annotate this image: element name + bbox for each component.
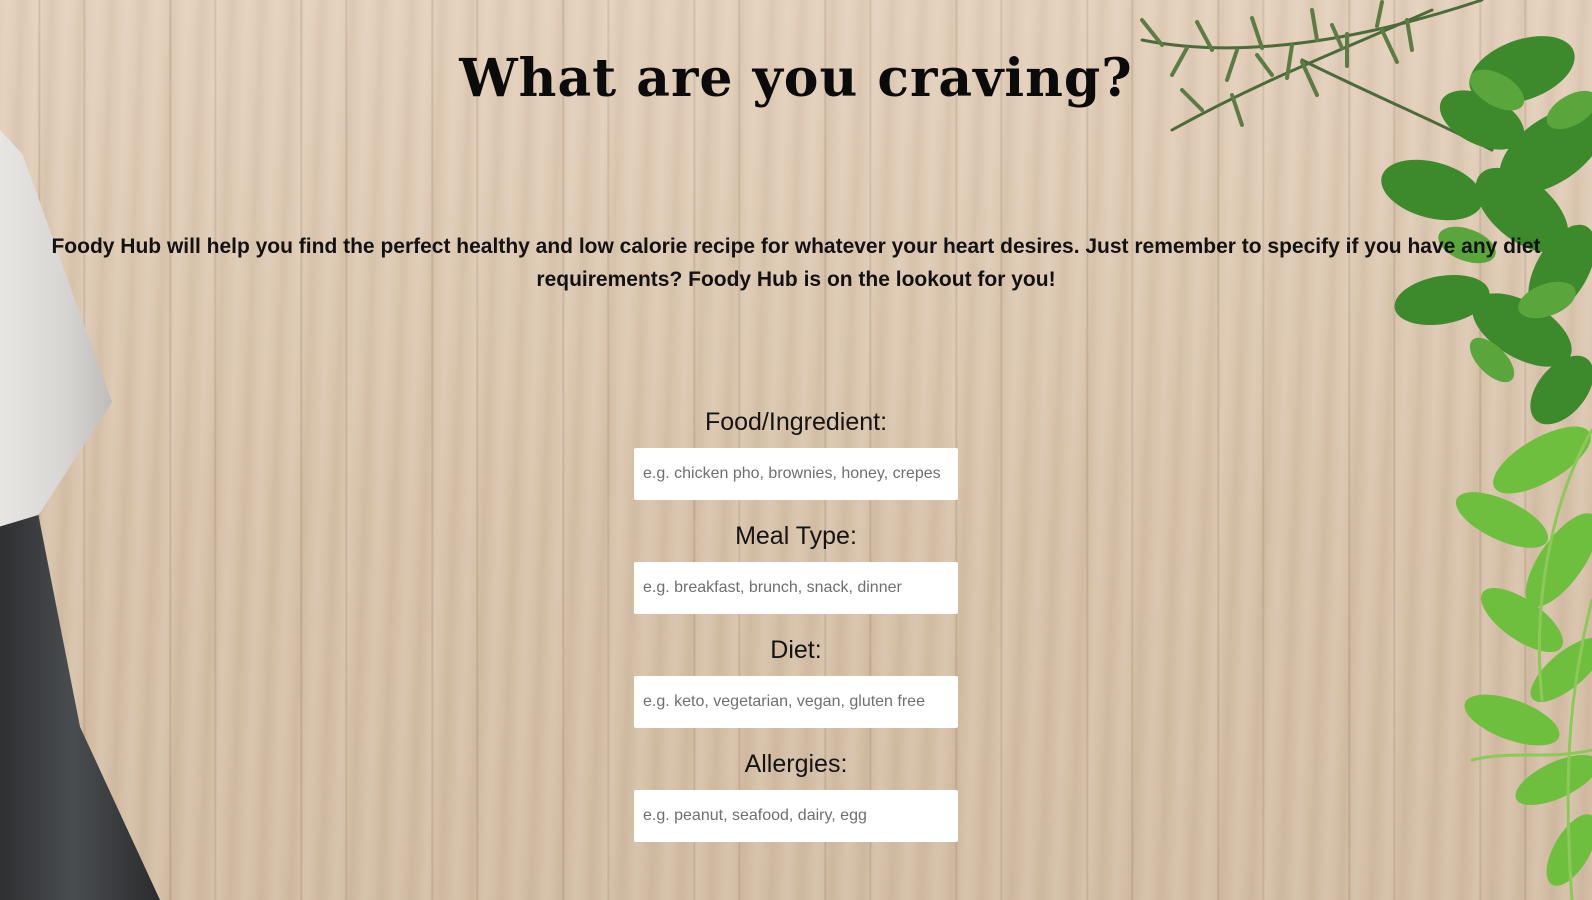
diet-input[interactable] bbox=[634, 676, 958, 728]
recipe-search-form: Food/Ingredient: Meal Type: Diet: Allerg… bbox=[0, 402, 1592, 842]
allergies-field: Allergies: bbox=[0, 744, 1592, 842]
food-ingredient-field: Food/Ingredient: bbox=[0, 402, 1592, 500]
meal-type-input[interactable] bbox=[634, 562, 958, 614]
intro-description: Foody Hub will help you find the perfect… bbox=[51, 235, 1541, 291]
diet-label: Diet: bbox=[770, 636, 822, 664]
page-title: What are you craving? bbox=[459, 48, 1133, 109]
allergies-label: Allergies: bbox=[744, 750, 848, 778]
food-ingredient-input[interactable] bbox=[634, 448, 958, 500]
diet-field: Diet: bbox=[0, 630, 1592, 728]
meal-type-label: Meal Type: bbox=[735, 522, 857, 550]
meal-type-field: Meal Type: bbox=[0, 516, 1592, 614]
food-ingredient-label: Food/Ingredient: bbox=[704, 408, 888, 436]
allergies-input[interactable] bbox=[634, 790, 958, 842]
